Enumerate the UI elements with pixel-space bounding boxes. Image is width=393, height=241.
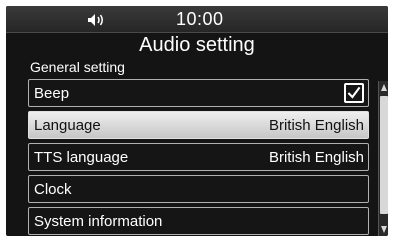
speaker-volume-icon [88,14,103,26]
section-heading: General setting [30,59,125,75]
list-item-label: Language [34,117,101,134]
clock-time: 10:00 [176,9,224,29]
scroll-up-arrow-icon[interactable] [380,83,388,93]
list-item-language[interactable]: Language British English [28,111,369,139]
list-item-label: System information [34,213,163,230]
status-bar: 10:00 [6,6,388,33]
page-title: Audio setting [139,34,255,56]
list-item-value: British English [268,149,364,166]
checkbox-checked-icon[interactable] [344,83,364,103]
scrollbar-thumb[interactable] [380,96,388,214]
list-item-label: TTS language [34,149,129,166]
scroll-down-arrow-icon[interactable] [380,224,388,234]
display-screen: 10:00 Audio setting General setting Beep… [6,6,388,236]
list-item-tts-language[interactable]: TTS language British English [28,143,369,171]
list-item-label: Clock [34,181,72,198]
list-item-beep[interactable]: Beep [28,79,369,107]
list-item-label: Beep [34,85,70,102]
scrollbar[interactable] [378,81,388,236]
list-item-clock[interactable]: Clock [28,175,369,203]
list-item-value: British English [268,117,364,134]
list-item-system-information[interactable]: System information [28,207,369,235]
